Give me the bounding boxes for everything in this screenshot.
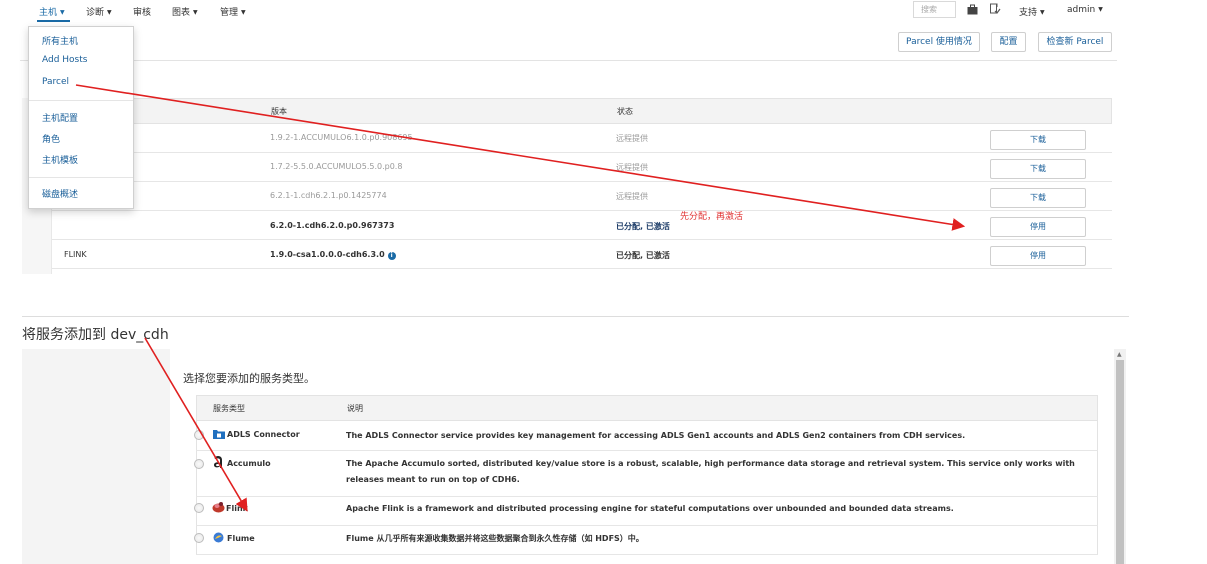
- nav-active-indicator: [37, 20, 70, 22]
- divider: [20, 60, 1117, 61]
- nav-user-menu[interactable]: admin ▼: [1067, 5, 1103, 15]
- flink-icon: [212, 501, 225, 516]
- top-navbar: 主机 ▼ 诊断 ▼ 审核 图表 ▼ 管理 ▼ 搜索 支持 ▼ admin ▼: [0, 0, 1207, 24]
- nav-diagnostics[interactable]: 诊断 ▼: [86, 5, 112, 18]
- menu-item-host-templates[interactable]: 主机模板: [42, 153, 78, 166]
- table-row: 1.9.2-1.ACCUMULO6.1.0.p0.908695 远程提供 下载: [52, 124, 1112, 153]
- download-button[interactable]: 下载: [990, 130, 1086, 150]
- briefcase-icon[interactable]: [967, 4, 978, 18]
- service-radio[interactable]: [194, 430, 204, 440]
- col-status-header: 状态: [617, 107, 633, 116]
- menu-item-add-hosts[interactable]: Add Hosts: [42, 55, 87, 65]
- service-table-header: 服务类型 说明: [196, 395, 1098, 421]
- download-button[interactable]: 下载: [990, 159, 1086, 179]
- col-version-header: 版本: [271, 107, 287, 116]
- accumulo-icon: [212, 455, 224, 472]
- table-row: FLINK 1.9.0-csa1.0.0.0-cdh6.3.0 i 已分配, 已激…: [52, 240, 1112, 269]
- nav-audit[interactable]: 审核: [133, 5, 151, 18]
- nav-admin[interactable]: 管理 ▼: [220, 5, 246, 18]
- caret-down-icon: ▼: [60, 9, 65, 16]
- menu-divider: [29, 177, 133, 178]
- caret-down-icon: ▼: [193, 9, 198, 16]
- scrollbar-thumb[interactable]: [1116, 360, 1124, 564]
- annotation-note: 先分配，再激活: [680, 212, 744, 222]
- menu-item-host-config[interactable]: 主机配置: [42, 111, 78, 124]
- menu-item-parcel[interactable]: Parcel: [42, 77, 69, 87]
- page-title: 将服务添加到 dev_cdh: [22, 327, 169, 343]
- config-button[interactable]: 配置: [991, 32, 1026, 52]
- parcel-usage-button[interactable]: Parcel 使用情况: [898, 32, 980, 52]
- table-row: 6.2.1-1.cdh6.2.1.p0.1425774 远程提供 下载: [52, 182, 1112, 211]
- wizard-subtitle: 选择您要添加的服务类型。: [183, 372, 315, 385]
- folder-icon: [213, 429, 225, 442]
- info-icon[interactable]: i: [387, 252, 396, 260]
- service-radio[interactable]: [194, 533, 204, 543]
- flume-icon: [213, 532, 224, 546]
- caret-down-icon: ▼: [1098, 6, 1103, 13]
- nav-support[interactable]: 支持 ▼: [1019, 5, 1045, 18]
- menu-divider: [29, 100, 133, 101]
- download-button[interactable]: 下载: [990, 188, 1086, 208]
- caret-down-icon: ▼: [1040, 9, 1045, 16]
- menu-item-roles[interactable]: 角色: [42, 132, 60, 145]
- hosts-dropdown-menu: 所有主机 Add Hosts Parcel 主机配置 角色 主机模板 磁盘概述: [28, 26, 134, 209]
- table-row: 1.7.2-5.5.0.ACCUMULO5.5.0.p0.8 远程提供 下载: [52, 153, 1112, 182]
- parcel-name: FLINK: [64, 250, 87, 259]
- check-new-parcel-button[interactable]: 检查新 Parcel: [1038, 32, 1112, 52]
- deactivate-button[interactable]: 停用: [990, 217, 1086, 237]
- tasks-icon[interactable]: [989, 3, 1001, 18]
- service-radio[interactable]: [194, 459, 204, 469]
- service-radio[interactable]: [194, 503, 204, 513]
- caret-down-icon: ▼: [107, 9, 112, 16]
- caret-down-icon: ▼: [241, 9, 246, 16]
- menu-item-disk-overview[interactable]: 磁盘概述: [42, 187, 78, 200]
- col-type-header: 服务类型: [213, 404, 245, 413]
- deactivate-button[interactable]: 停用: [990, 246, 1086, 266]
- nav-charts[interactable]: 图表 ▼: [172, 5, 198, 18]
- nav-hosts[interactable]: 主机 ▼: [39, 5, 65, 18]
- col-desc-header: 说明: [347, 404, 363, 413]
- menu-item-all-hosts[interactable]: 所有主机: [42, 34, 78, 47]
- search-input[interactable]: 搜索: [913, 1, 956, 18]
- scroll-up-arrow[interactable]: ▲: [1117, 351, 1122, 358]
- divider: [22, 316, 1129, 317]
- parcel-table-header: 版本 状态: [52, 98, 1112, 124]
- table-row: 6.2.0-1.cdh6.2.0.p0.967373 已分配, 已激活 停用: [52, 211, 1112, 240]
